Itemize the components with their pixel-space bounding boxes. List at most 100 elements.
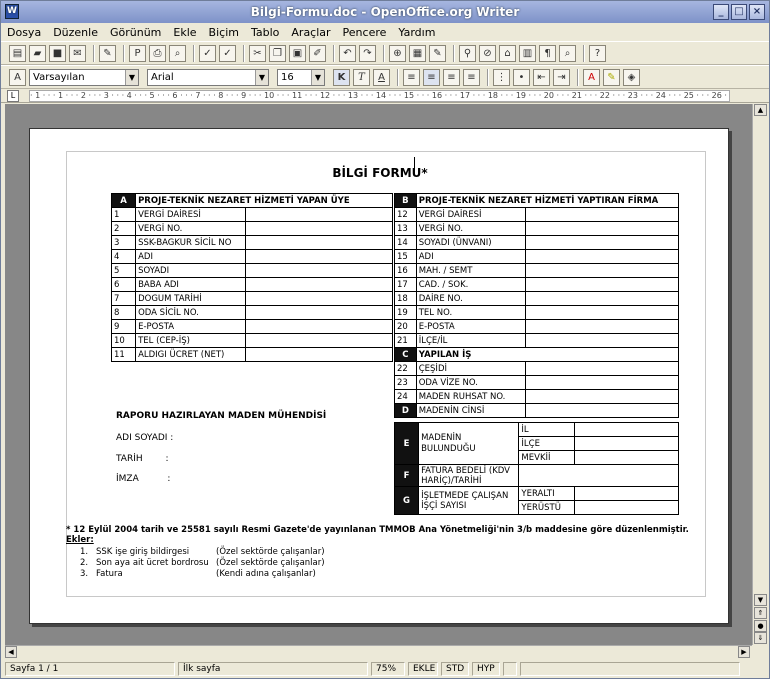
paragraph-style-select[interactable]: Varsayılan ▼ — [29, 68, 139, 86]
status-page-style[interactable]: İlk sayfa — [178, 662, 368, 676]
input-cell[interactable] — [525, 389, 679, 404]
underline-button[interactable]: A — [373, 68, 390, 86]
document-page[interactable]: BİLGİ FORMU* A PROJE-TEKNİK NEZARET HİZME… — [29, 128, 729, 624]
font-color-icon[interactable]: A — [583, 68, 600, 86]
input-cell[interactable] — [525, 333, 679, 348]
scroll-up-icon[interactable]: ▲ — [754, 104, 767, 116]
spellcheck-icon[interactable]: ✓ — [199, 44, 216, 62]
draw-functions-icon[interactable]: ✎ — [429, 44, 446, 62]
status-hyperlink-mode[interactable]: HYP — [472, 662, 500, 676]
input-cell[interactable] — [245, 291, 393, 306]
undo-icon[interactable]: ↶ — [339, 44, 356, 62]
data-sources-icon[interactable]: ▥ — [519, 44, 536, 62]
input-cell[interactable] — [245, 263, 393, 278]
redo-icon[interactable]: ↷ — [359, 44, 376, 62]
menu-tablo[interactable]: Tablo — [251, 26, 279, 39]
hyperlink-icon[interactable]: ⊕ — [389, 44, 406, 62]
menu-bicim[interactable]: Biçim — [209, 26, 239, 39]
menu-duzenle[interactable]: Düzenle — [53, 26, 98, 39]
autospell-icon[interactable]: ✓ — [219, 44, 236, 62]
chevron-down-icon[interactable]: ▼ — [125, 69, 138, 85]
open-folder-icon[interactable]: ▰ — [29, 44, 46, 62]
justify-icon[interactable]: ≡ — [463, 68, 480, 86]
edit-mode-icon[interactable]: ✎ — [99, 44, 116, 62]
increase-indent-icon[interactable]: ⇥ — [553, 68, 570, 86]
input-cell[interactable] — [573, 450, 680, 465]
vertical-scrollbar[interactable]: ▲ ▼ ⇑ ● ⇓ — [752, 104, 767, 645]
input-cell[interactable] — [245, 235, 393, 250]
cut-icon[interactable]: ✂ — [249, 44, 266, 62]
navigator-icon[interactable]: ⊘ — [479, 44, 496, 62]
input-cell[interactable] — [525, 305, 679, 320]
menu-dosya[interactable]: Dosya — [7, 26, 41, 39]
paste-icon[interactable]: ▣ — [289, 44, 306, 62]
chevron-down-icon[interactable]: ▼ — [255, 69, 268, 85]
align-center-icon[interactable]: ≡ — [423, 68, 440, 86]
input-cell[interactable] — [525, 375, 679, 390]
input-cell[interactable] — [525, 277, 679, 292]
scroll-left-icon[interactable]: ◀ — [5, 646, 17, 658]
horizontal-scrollbar[interactable]: ◀ ▶ — [5, 645, 752, 658]
input-cell[interactable] — [573, 500, 680, 515]
input-cell[interactable] — [245, 221, 393, 236]
export-pdf-icon[interactable]: P — [129, 44, 146, 62]
navigation-icon[interactable]: ● — [754, 620, 767, 632]
save-icon[interactable]: ■ — [49, 44, 66, 62]
input-cell[interactable] — [573, 486, 680, 501]
status-zoom[interactable]: 75% — [371, 662, 405, 676]
input-cell[interactable] — [525, 263, 679, 278]
input-cell[interactable] — [525, 235, 679, 250]
styles-formatting-icon[interactable]: A — [9, 68, 26, 86]
maximize-button[interactable]: □ — [731, 4, 747, 20]
scroll-right-icon[interactable]: ▶ — [738, 646, 750, 658]
table-icon[interactable]: ▦ — [409, 44, 426, 62]
help-icon[interactable]: ? — [589, 44, 606, 62]
bold-button[interactable]: K — [333, 68, 350, 86]
input-cell[interactable] — [525, 361, 679, 376]
input-cell[interactable] — [245, 207, 393, 222]
input-cell[interactable] — [573, 422, 680, 437]
status-selection-mode[interactable]: STD — [441, 662, 469, 676]
print-preview-icon[interactable]: ⌕ — [169, 44, 186, 62]
input-cell[interactable] — [245, 333, 393, 348]
next-page-icon[interactable]: ⇓ — [754, 632, 767, 644]
ruler-track[interactable]: · 1 · · · 1 · · · 2 · · · 3 · · · 4 · · … — [29, 90, 730, 102]
background-color-icon[interactable]: ◈ — [623, 68, 640, 86]
new-document-icon[interactable]: ▤ — [9, 44, 26, 62]
minimize-button[interactable]: _ — [713, 4, 729, 20]
menu-pencere[interactable]: Pencere — [343, 26, 387, 39]
input-cell[interactable] — [518, 464, 679, 487]
chevron-down-icon[interactable]: ▼ — [311, 69, 324, 85]
menu-ekle[interactable]: Ekle — [173, 26, 196, 39]
decrease-indent-icon[interactable]: ⇤ — [533, 68, 550, 86]
italic-button[interactable]: T — [353, 68, 370, 86]
input-cell[interactable] — [245, 305, 393, 320]
numbering-icon[interactable]: ⋮ — [493, 68, 510, 86]
find-replace-icon[interactable]: ⚲ — [459, 44, 476, 62]
align-left-icon[interactable]: ≡ — [403, 68, 420, 86]
font-size-select[interactable]: 16 ▼ — [277, 68, 325, 86]
formatting-marks-icon[interactable]: ¶ — [539, 44, 556, 62]
status-insert-mode[interactable]: EKLE — [408, 662, 438, 676]
input-cell[interactable] — [525, 291, 679, 306]
bullets-icon[interactable]: • — [513, 68, 530, 86]
input-cell[interactable] — [525, 319, 679, 334]
menu-yardim[interactable]: Yardım — [398, 26, 435, 39]
copy-icon[interactable]: ❐ — [269, 44, 286, 62]
input-cell[interactable] — [245, 319, 393, 334]
app-icon[interactable]: W — [5, 4, 19, 19]
previous-page-icon[interactable]: ⇑ — [754, 607, 767, 619]
input-cell[interactable] — [245, 249, 393, 264]
input-cell[interactable] — [525, 403, 679, 418]
input-cell[interactable] — [573, 436, 680, 451]
zoom-icon[interactable]: ⌕ — [559, 44, 576, 62]
input-cell[interactable] — [525, 207, 679, 222]
status-page[interactable]: Sayfa 1 / 1 — [5, 662, 175, 676]
menu-araclar[interactable]: Araçlar — [291, 26, 330, 39]
align-right-icon[interactable]: ≡ — [443, 68, 460, 86]
menu-gorunum[interactable]: Görünüm — [110, 26, 161, 39]
scroll-down-icon[interactable]: ▼ — [754, 594, 767, 606]
close-button[interactable]: × — [749, 4, 765, 20]
highlight-icon[interactable]: ✎ — [603, 68, 620, 86]
input-cell[interactable] — [245, 277, 393, 292]
